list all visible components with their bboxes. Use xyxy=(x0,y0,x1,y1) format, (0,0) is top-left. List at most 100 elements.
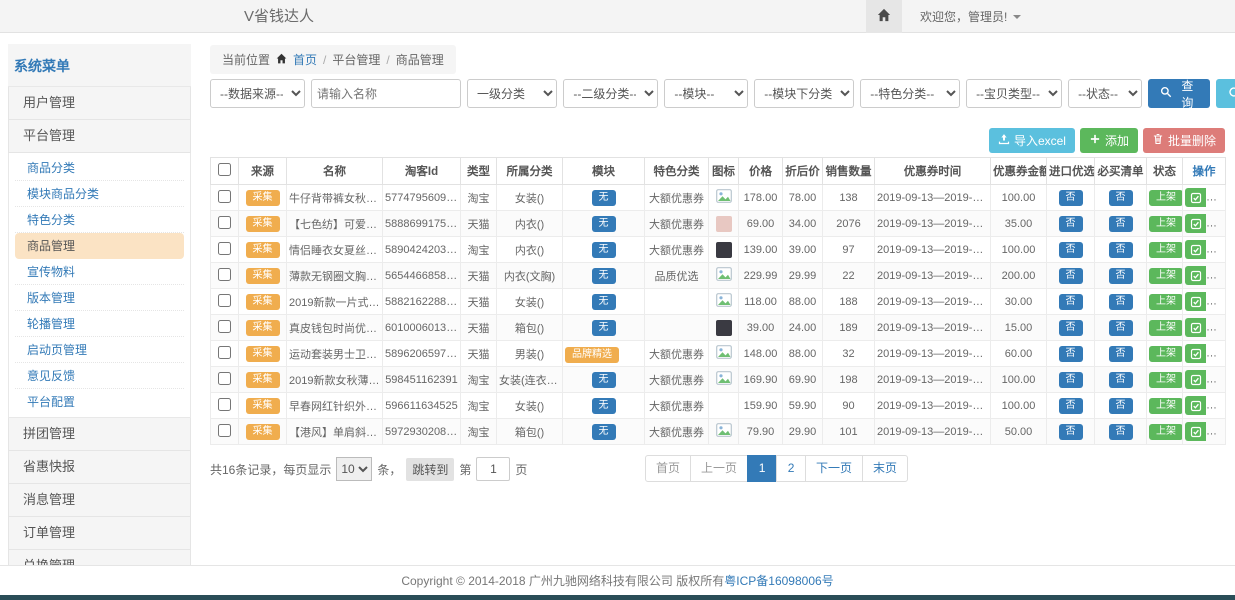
sidebar-item-splash-page-mgmt[interactable]: 启动页管理 xyxy=(15,337,184,363)
status-badge[interactable]: 上架 xyxy=(1149,346,1183,362)
column-header: 进口优选 xyxy=(1047,158,1095,185)
breadcrumb-home-link[interactable]: 首页 xyxy=(293,51,317,68)
filter-feature-category-select[interactable]: --特色分类-- xyxy=(860,79,960,108)
must-buy-badge[interactable]: 否 xyxy=(1109,216,1133,232)
edit-button[interactable] xyxy=(1185,370,1206,389)
import-select-badge[interactable]: 否 xyxy=(1059,216,1083,232)
pager-next[interactable]: 下一页 xyxy=(805,455,863,482)
import-excel-button[interactable]: 导入excel xyxy=(989,128,1075,153)
jump-to-button[interactable]: 跳转到 xyxy=(406,458,454,481)
status-badge[interactable]: 上架 xyxy=(1149,190,1183,206)
sidebar-item-user-mgmt[interactable]: 用户管理 xyxy=(8,87,191,120)
edit-button[interactable] xyxy=(1185,292,1206,311)
icp-link[interactable]: 粤ICP备16098006号 xyxy=(724,574,833,588)
must-buy-badge[interactable]: 否 xyxy=(1109,398,1133,414)
filter-item-type-select[interactable]: --宝贝类型-- xyxy=(966,79,1062,108)
row-checkbox[interactable] xyxy=(218,346,231,359)
edit-button[interactable] xyxy=(1185,344,1206,363)
sidebar-item-carousel-mgmt[interactable]: 轮播管理 xyxy=(15,311,184,337)
status-badge[interactable]: 上架 xyxy=(1149,242,1183,258)
must-buy-badge[interactable]: 否 xyxy=(1109,242,1133,258)
must-buy-badge[interactable]: 否 xyxy=(1109,424,1133,440)
sidebar-item-group-buy-mgmt[interactable]: 拼团管理 xyxy=(8,418,191,451)
sidebar-item-saving-news[interactable]: 省惠快报 xyxy=(8,451,191,484)
import-select-badge[interactable]: 否 xyxy=(1059,268,1083,284)
import-select-badge[interactable]: 否 xyxy=(1059,372,1083,388)
must-buy-badge[interactable]: 否 xyxy=(1109,346,1133,362)
sidebar-item-order-mgmt[interactable]: 订单管理 xyxy=(8,517,191,550)
row-checkbox[interactable] xyxy=(218,190,231,203)
must-buy-badge[interactable]: 否 xyxy=(1109,190,1133,206)
sidebar-item-feature-category[interactable]: 特色分类 xyxy=(15,207,184,233)
row-checkbox[interactable] xyxy=(218,424,231,437)
import-select-badge[interactable]: 否 xyxy=(1059,320,1083,336)
status-badge[interactable]: 上架 xyxy=(1149,424,1183,440)
import-select-badge[interactable]: 否 xyxy=(1059,398,1083,414)
edit-button[interactable] xyxy=(1185,396,1206,415)
add-button[interactable]: 添加 xyxy=(1080,128,1138,153)
sidebar-item-platform-config[interactable]: 平台配置 xyxy=(15,389,184,415)
row-checkbox[interactable] xyxy=(218,268,231,281)
status-badge[interactable]: 上架 xyxy=(1149,294,1183,310)
pager-page-1[interactable]: 1 xyxy=(747,455,777,482)
status-badge[interactable]: 上架 xyxy=(1149,372,1183,388)
import-select-badge[interactable]: 否 xyxy=(1059,294,1083,310)
filter-level2-category-select[interactable]: --二级分类-- xyxy=(563,79,658,108)
sidebar-item-feedback[interactable]: 意见反馈 xyxy=(15,363,184,389)
row-checkbox[interactable] xyxy=(218,320,231,333)
search-button[interactable]: 查询 xyxy=(1148,79,1210,108)
sidebar-item-version-mgmt[interactable]: 版本管理 xyxy=(15,285,184,311)
select-all-checkbox[interactable] xyxy=(218,163,231,176)
status-badge[interactable]: 上架 xyxy=(1149,398,1183,414)
home-button[interactable] xyxy=(866,0,902,33)
reset-button[interactable]: 重置 xyxy=(1216,79,1235,108)
sidebar-item-platform-mgmt[interactable]: 平台管理 xyxy=(8,120,191,153)
sidebar-item-promo-material[interactable]: 宣传物料 xyxy=(15,259,184,285)
cell-feature-category xyxy=(645,315,709,341)
filter-level1-category-select[interactable]: 一级分类 xyxy=(467,79,557,108)
edit-button[interactable] xyxy=(1185,422,1206,441)
must-buy-badge[interactable]: 否 xyxy=(1109,294,1133,310)
must-buy-badge[interactable]: 否 xyxy=(1109,320,1133,336)
cell-discount-price: 34.00 xyxy=(783,211,823,237)
status-badge[interactable]: 上架 xyxy=(1149,268,1183,284)
row-checkbox[interactable] xyxy=(218,294,231,307)
edit-button[interactable] xyxy=(1185,240,1206,259)
cell-module: 无 xyxy=(563,289,645,315)
sidebar-item-product-mgmt[interactable]: 商品管理 xyxy=(15,233,184,259)
status-badge[interactable]: 上架 xyxy=(1149,320,1183,336)
user-menu[interactable]: 欢迎您，管理员! xyxy=(920,8,1021,25)
cell-actions xyxy=(1183,315,1226,341)
row-checkbox[interactable] xyxy=(218,216,231,229)
filter-module-subcategory-select[interactable]: --模块下分类-- xyxy=(754,79,854,108)
row-checkbox[interactable] xyxy=(218,398,231,411)
filter-name-input[interactable] xyxy=(311,79,461,108)
column-header: 价格 xyxy=(739,158,783,185)
filter-data-source-select[interactable]: --数据来源-- xyxy=(210,79,305,108)
per-page-select[interactable]: 10 xyxy=(336,457,372,481)
import-select-badge[interactable]: 否 xyxy=(1059,346,1083,362)
import-select-badge[interactable]: 否 xyxy=(1059,424,1083,440)
cell-status: 上架 xyxy=(1147,367,1183,393)
filter-module-select[interactable]: --模块-- xyxy=(664,79,748,108)
sidebar-item-message-mgmt[interactable]: 消息管理 xyxy=(8,484,191,517)
import-select-badge[interactable]: 否 xyxy=(1059,242,1083,258)
edit-button[interactable] xyxy=(1185,318,1206,337)
must-buy-badge[interactable]: 否 xyxy=(1109,268,1133,284)
must-buy-badge[interactable]: 否 xyxy=(1109,372,1133,388)
edit-button[interactable] xyxy=(1185,188,1206,207)
row-checkbox[interactable] xyxy=(218,372,231,385)
sidebar-item-module-product-category[interactable]: 模块商品分类 xyxy=(15,181,184,207)
cell-checkbox xyxy=(211,211,239,237)
status-badge[interactable]: 上架 xyxy=(1149,216,1183,232)
page-number-input[interactable] xyxy=(476,457,510,481)
filter-status-select[interactable]: --状态-- xyxy=(1068,79,1142,108)
import-select-badge[interactable]: 否 xyxy=(1059,190,1083,206)
edit-button[interactable] xyxy=(1185,266,1206,285)
pager-page-2[interactable]: 2 xyxy=(776,455,806,482)
batch-delete-button[interactable]: 批量删除 xyxy=(1143,128,1225,153)
pager-last[interactable]: 末页 xyxy=(862,455,908,482)
sidebar-item-product-category[interactable]: 商品分类 xyxy=(15,155,184,181)
row-checkbox[interactable] xyxy=(218,242,231,255)
edit-button[interactable] xyxy=(1185,214,1206,233)
